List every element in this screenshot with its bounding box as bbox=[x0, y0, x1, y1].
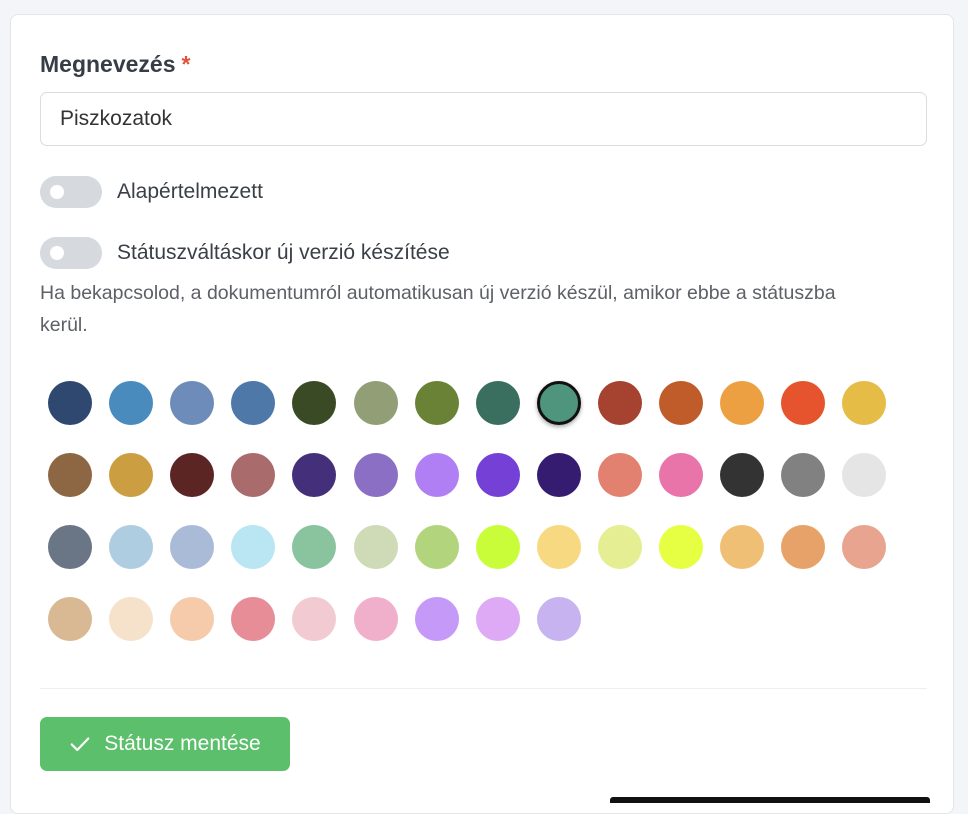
color-swatch[interactable] bbox=[292, 597, 337, 641]
color-swatch[interactable] bbox=[292, 453, 337, 497]
color-swatch[interactable] bbox=[170, 453, 215, 497]
color-swatch[interactable] bbox=[231, 453, 276, 497]
new-version-toggle-row: Státuszváltáskor új verzió készítése bbox=[40, 236, 450, 270]
color-swatch[interactable] bbox=[109, 381, 154, 425]
color-swatch[interactable] bbox=[842, 381, 887, 425]
name-field-label: Megnevezés * bbox=[40, 51, 190, 78]
default-toggle-label: Alapértelmezett bbox=[117, 180, 263, 203]
color-swatch[interactable] bbox=[414, 453, 459, 497]
color-swatch[interactable] bbox=[720, 453, 765, 497]
name-input[interactable] bbox=[40, 92, 927, 146]
color-swatch[interactable] bbox=[659, 381, 703, 425]
color-swatch[interactable] bbox=[842, 525, 887, 569]
color-swatch[interactable] bbox=[720, 381, 765, 425]
toggle-knob bbox=[50, 246, 64, 260]
color-swatch[interactable] bbox=[659, 525, 703, 569]
color-swatch[interactable] bbox=[536, 381, 581, 425]
color-swatch[interactable] bbox=[597, 381, 642, 425]
new-version-help-text: Ha bekapcsolod, a dokumentumról automati… bbox=[40, 282, 836, 336]
color-swatch[interactable] bbox=[414, 381, 459, 425]
color-swatch[interactable] bbox=[48, 381, 92, 425]
new-version-toggle-label: Státuszváltáskor új verzió készítése bbox=[117, 241, 450, 264]
new-version-toggle[interactable] bbox=[40, 237, 102, 269]
default-toggle[interactable] bbox=[40, 176, 102, 208]
color-swatch[interactable] bbox=[353, 597, 398, 641]
color-swatch[interactable] bbox=[231, 597, 276, 641]
color-swatch[interactable] bbox=[231, 381, 276, 425]
color-swatch[interactable] bbox=[597, 525, 642, 569]
divider bbox=[40, 688, 927, 689]
bottom-toolbar-edge bbox=[610, 797, 930, 803]
color-swatch[interactable] bbox=[170, 597, 215, 641]
color-swatch[interactable] bbox=[842, 453, 887, 497]
color-swatch[interactable] bbox=[292, 525, 337, 569]
color-swatch[interactable] bbox=[475, 381, 520, 425]
name-label-text: Megnevezés bbox=[40, 51, 176, 77]
color-swatch[interactable] bbox=[170, 381, 215, 425]
save-status-button[interactable]: Státusz mentése bbox=[40, 717, 290, 771]
check-icon bbox=[70, 737, 90, 752]
color-swatch[interactable] bbox=[536, 525, 581, 569]
color-swatch[interactable] bbox=[170, 525, 215, 569]
color-swatch[interactable] bbox=[475, 597, 520, 641]
color-swatch[interactable] bbox=[109, 453, 154, 497]
status-form-card: Megnevezés* Alapértelmezett Státuszváltá… bbox=[10, 14, 954, 814]
color-swatch[interactable] bbox=[536, 453, 581, 497]
color-swatch[interactable] bbox=[781, 525, 826, 569]
toggle-knob bbox=[50, 185, 64, 199]
color-swatch[interactable] bbox=[781, 381, 826, 425]
save-status-label: Státusz mentése bbox=[104, 732, 261, 755]
color-swatch[interactable] bbox=[353, 381, 398, 425]
color-swatch[interactable] bbox=[414, 525, 459, 569]
color-swatch[interactable] bbox=[48, 597, 92, 641]
color-swatch[interactable] bbox=[109, 525, 154, 569]
color-swatch[interactable] bbox=[109, 597, 154, 641]
color-swatch[interactable] bbox=[353, 453, 398, 497]
color-swatch[interactable] bbox=[475, 525, 520, 569]
color-swatch[interactable] bbox=[597, 453, 642, 497]
color-swatch[interactable] bbox=[353, 525, 398, 569]
color-swatch-grid bbox=[48, 381, 908, 643]
color-swatch[interactable] bbox=[414, 597, 459, 641]
color-swatch[interactable] bbox=[720, 525, 765, 569]
default-toggle-row: Alapértelmezett bbox=[40, 175, 263, 209]
color-swatch[interactable] bbox=[48, 525, 92, 569]
color-swatch[interactable] bbox=[659, 453, 703, 497]
color-swatch[interactable] bbox=[475, 453, 520, 497]
color-swatch[interactable] bbox=[781, 453, 826, 497]
color-swatch[interactable] bbox=[48, 453, 92, 497]
color-swatch[interactable] bbox=[292, 381, 337, 425]
required-asterisk: * bbox=[181, 51, 191, 77]
color-swatch[interactable] bbox=[231, 525, 276, 569]
color-swatch[interactable] bbox=[536, 597, 581, 641]
